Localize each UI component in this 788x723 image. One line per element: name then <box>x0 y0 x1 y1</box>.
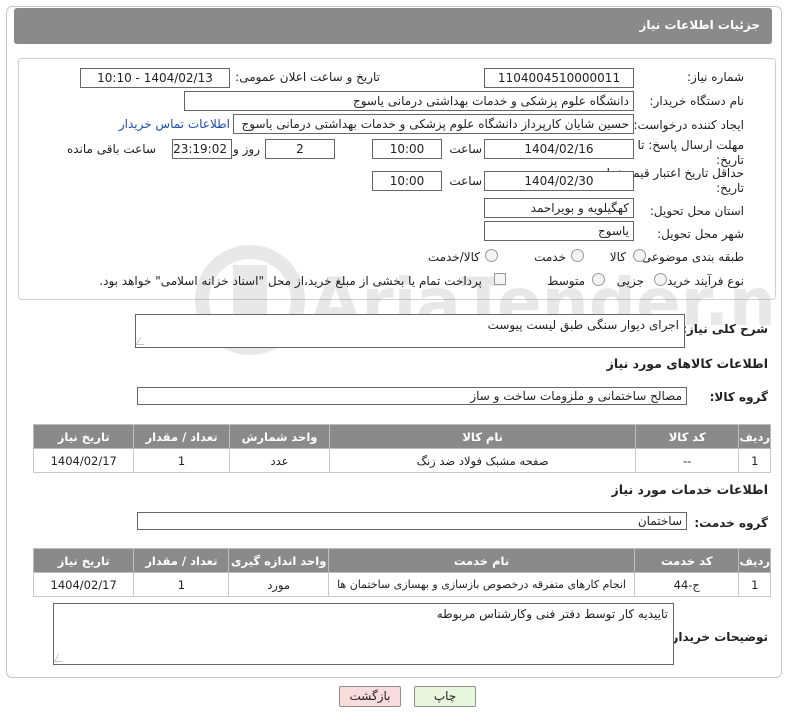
validity-time-field: 10:00 <box>372 171 442 191</box>
goods-cell-row: 1 <box>738 448 771 473</box>
goods-group-field: مصالح ساختمانی و ملزومات ساخت و ساز <box>137 387 687 405</box>
back-button[interactable]: بازگشت <box>339 686 401 707</box>
deadline-time-label: ساعت <box>449 142 482 156</box>
buyer-org-field: دانشگاه علوم پزشکی و خدمات بهداشتی درمان… <box>184 91 634 111</box>
services-col-row: ردیف <box>738 548 771 573</box>
goods-cell-date: 1404/02/17 <box>32 448 135 473</box>
announce-field: 1404/02/13 - 10:10 <box>80 68 230 88</box>
creator-label: ایجاد کننده درخواست: <box>633 118 744 132</box>
services-cell-unit: مورد <box>228 572 330 597</box>
need-number-label: شماره نیاز: <box>687 70 744 84</box>
category-both-label: کالا/خدمت <box>427 250 480 264</box>
deadline-label: مهلت ارسال پاسخ: تا تاریخ: <box>637 138 744 167</box>
services-cell-code: ج-44 <box>634 572 740 597</box>
buyer-contact-link[interactable]: اطلاعات تماس خریدار <box>119 117 230 131</box>
process-minor-label: جزیی <box>616 274 644 288</box>
city-label: شهر محل تحویل: <box>657 227 744 241</box>
buyer-notes-field: تاییدیه کار توسط دفتر فنی وکارشناس مربوط… <box>53 603 674 665</box>
services-col-qty: تعداد / مقدار <box>133 548 230 573</box>
category-goods-label: کالا <box>609 250 626 264</box>
days-label: روز و <box>233 142 260 156</box>
header-bar: جزئیات اطلاعات نیاز <box>14 8 772 44</box>
services-col-code: کد خدمت <box>634 548 740 573</box>
services-group-label: گروه خدمت: <box>694 516 768 530</box>
buyer-org-label: نام دستگاه خریدار: <box>649 94 745 108</box>
description-label: شرح کلی نیاز: <box>682 322 768 336</box>
print-button[interactable]: چاپ <box>414 686 476 707</box>
goods-cell-unit: عدد <box>228 448 331 473</box>
description-field: اجرای دیوار سنگی طبق لیست پیوست <box>135 314 685 348</box>
creator-field: حسین شایان کارپرداز دانشگاه علوم پزشکی و… <box>233 114 634 134</box>
page-title: جزئیات اطلاعات نیاز <box>639 18 760 32</box>
treasury-payment-checkbox[interactable] <box>494 273 506 285</box>
need-number-field: 1104004510000011 <box>484 68 634 88</box>
goods-cell-code: -- <box>634 448 740 473</box>
services-col-name: نام خدمت <box>328 548 636 573</box>
goods-group-label: گروه کالا: <box>709 390 768 404</box>
goods-cell-name: صفحه مشبک فولاد ضد زنگ <box>329 448 636 473</box>
validity-date-field: 1404/02/30 <box>484 171 634 191</box>
description-text: اجرای دیوار سنگی طبق لیست پیوست <box>487 318 679 332</box>
goods-table: ردیف کد کالا نام کالا واحد شمارش تعداد /… <box>32 424 771 473</box>
remaining-label: ساعت باقی مانده <box>66 142 156 156</box>
services-cell-date: 1404/02/17 <box>32 572 135 597</box>
deadline-time-field: 10:00 <box>372 139 442 159</box>
goods-col-code: کد کالا <box>634 424 740 449</box>
treasury-payment-label: پرداخت تمام یا بخشی از مبلغ خرید،از محل … <box>99 274 482 288</box>
goods-col-unit: واحد شمارش <box>228 424 331 449</box>
buyer-notes-text: تاییدیه کار توسط دفتر فنی وکارشناس مربوط… <box>436 607 668 621</box>
services-cell-name: انجام کارهای متفرقه درخصوص بازسازی و بهس… <box>328 572 636 597</box>
province-label: استان محل تحویل: <box>649 204 744 218</box>
validity-time-label: ساعت <box>449 174 482 188</box>
resize-handle-icon[interactable] <box>135 337 149 345</box>
services-section-title: اطلاعات خدمات مورد نیاز <box>611 482 769 497</box>
city-field: یاسوج <box>484 221 634 241</box>
category-both-radio[interactable] <box>485 249 498 262</box>
category-goods-radio[interactable] <box>633 249 646 262</box>
goods-col-row: ردیف <box>738 424 771 449</box>
goods-col-qty: تعداد / مقدار <box>133 424 230 449</box>
process-medium-radio[interactable] <box>592 273 605 286</box>
table-row: 1 ج-44 انجام کارهای متفرقه درخصوص بازساز… <box>32 572 771 597</box>
process-medium-label: متوسط <box>547 274 585 288</box>
goods-col-date: تاریخ نیاز <box>32 424 135 449</box>
services-cell-row: 1 <box>738 572 771 597</box>
services-group-field: ساختمان <box>137 512 687 530</box>
resize-handle-icon[interactable] <box>53 654 67 662</box>
services-table: ردیف کد خدمت نام خدمت واحد اندازه گیری ت… <box>32 548 771 597</box>
category-service-label: خدمت <box>534 250 566 264</box>
goods-col-name: نام کالا <box>329 424 636 449</box>
days-field: 2 <box>265 139 335 159</box>
process-minor-radio[interactable] <box>654 273 667 286</box>
province-field: کهگیلویه و بویراحمد <box>484 198 634 218</box>
deadline-date-field: 1404/02/16 <box>484 139 634 159</box>
remaining-time-field: 23:19:02 <box>172 139 232 159</box>
goods-section-title: اطلاعات کالاهای مورد نیاز <box>606 356 768 371</box>
category-label: طبقه بندی موضوعی: <box>637 250 744 264</box>
services-cell-qty: 1 <box>133 572 230 597</box>
services-col-unit: واحد اندازه گیری <box>228 548 330 573</box>
category-service-radio[interactable] <box>571 249 584 262</box>
buyer-notes-label: توضیحات خریدار: <box>666 630 768 644</box>
table-row: 1 -- صفحه مشبک فولاد ضد زنگ عدد 1 1404/0… <box>32 448 771 473</box>
services-col-date: تاریخ نیاز <box>32 548 135 573</box>
process-label: نوع فرآیند خرید : <box>659 274 744 288</box>
goods-cell-qty: 1 <box>133 448 230 473</box>
announce-label: تاریخ و ساعت اعلان عمومی: <box>235 70 380 84</box>
